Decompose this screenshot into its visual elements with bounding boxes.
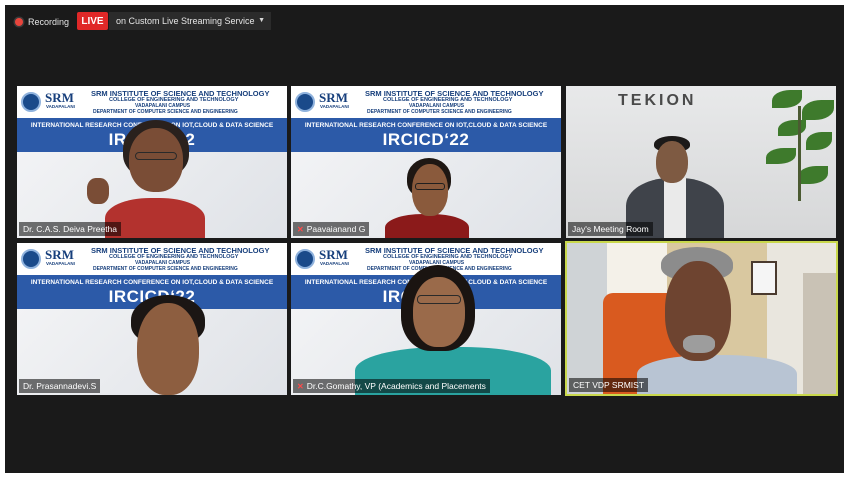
srm-logo: SRM VADAPALANI — [21, 89, 81, 115]
srm-logo: SRM VADAPALANI — [21, 246, 81, 272]
meeting-window: Recording LIVE on Custom Live Streaming … — [0, 0, 849, 478]
emblem-icon — [21, 92, 41, 112]
video-tile[interactable]: SRM VADAPALANI SRM INSTITUTE OF SCIENCE … — [17, 86, 287, 238]
video-tile[interactable]: TEKION Jay's Meeting Room — [566, 86, 836, 238]
participant-name: CET VDP SRMIST — [569, 378, 649, 392]
stream-service-dropdown[interactable]: on Custom Live Streaming Service ▼ — [109, 12, 271, 30]
video-tile[interactable]: SRM VADAPALANI SRM INSTITUTE OF SCIENCE … — [291, 86, 561, 238]
emblem-icon — [295, 249, 315, 269]
live-badge[interactable]: LIVE — [77, 12, 108, 30]
recording-label: Recording — [28, 17, 70, 27]
srm-logo: SRM VADAPALANI — [295, 246, 355, 272]
video-tile-active-speaker[interactable]: CET VDP SRMIST — [565, 241, 838, 396]
video-tile[interactable]: SRM VADAPALANI SRM INSTITUTE OF SCIENCE … — [17, 243, 287, 395]
participant-name: Jay's Meeting Room — [568, 222, 653, 236]
tekion-logo: TEKION — [618, 92, 697, 109]
conference-title: INTERNATIONAL RESEARCH CONFERENCE ON IOT… — [304, 122, 548, 129]
department-name: DEPARTMENT OF COMPUTER SCIENCE AND ENGIN… — [93, 266, 238, 272]
mic-off-icon: ✕ — [297, 224, 304, 234]
video-tile[interactable]: SRM VADAPALANI SRM INSTITUTE OF SCIENCE … — [291, 243, 561, 395]
chevron-down-icon: ▼ — [258, 17, 265, 24]
mic-off-icon: ✕ — [297, 381, 304, 391]
stream-service-label: on Custom Live Streaming Service — [116, 16, 255, 26]
participant-name: Dr. Prasannadevi.S — [19, 379, 101, 393]
srm-logo: SRM VADAPALANI — [295, 89, 355, 115]
department-name: DEPARTMENT OF COMPUTER SCIENCE AND ENGIN… — [93, 109, 238, 115]
wall-frame — [751, 261, 777, 295]
participant-name: ✕ Dr.C.Gomathy, VP (Academics and Placem… — [293, 379, 490, 393]
department-name: DEPARTMENT OF COMPUTER SCIENCE AND ENGIN… — [367, 109, 512, 115]
participant-name: ✕ Paavaianand G — [293, 222, 370, 236]
participant-name: Dr. C.A.S. Deiva Preetha — [19, 222, 122, 236]
emblem-icon — [295, 92, 315, 112]
conference-title: INTERNATIONAL RESEARCH CONFERENCE ON IOT… — [30, 279, 274, 286]
conference-banner: SRM VADAPALANI SRM INSTITUTE OF SCIENCE … — [291, 86, 561, 152]
conference-code: IRCICD‘22 — [382, 130, 470, 149]
video-gallery: Recording LIVE on Custom Live Streaming … — [5, 5, 844, 473]
record-dot-icon — [15, 18, 23, 26]
emblem-icon — [21, 249, 41, 269]
recording-indicator[interactable]: Recording — [15, 14, 69, 30]
